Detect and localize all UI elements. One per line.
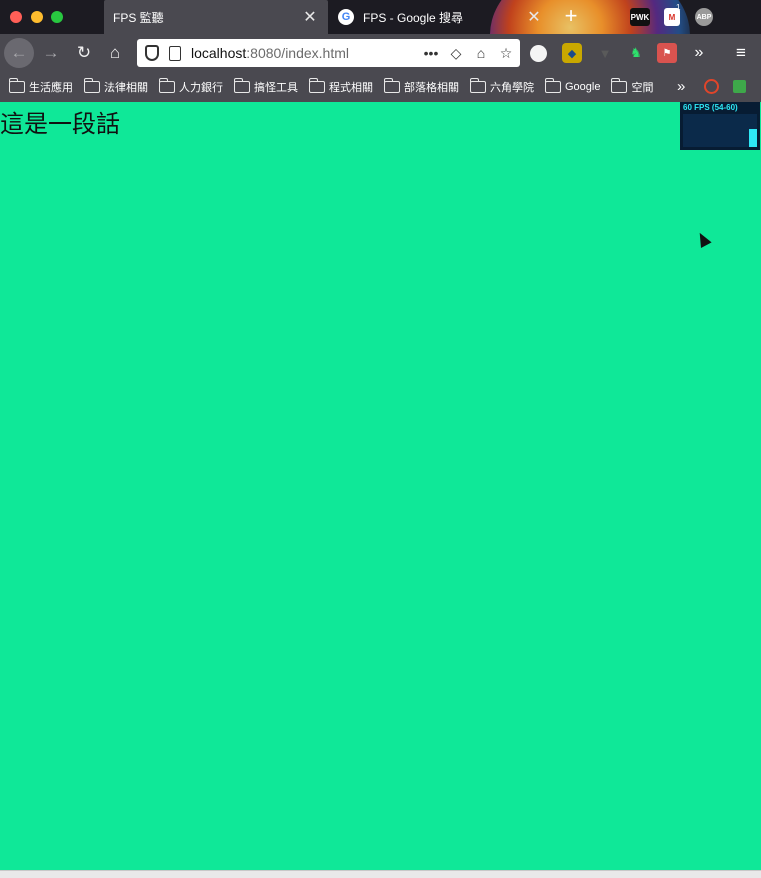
bookmark-folder[interactable]: 搞怪工具 [233, 78, 298, 95]
tracking-shield-icon[interactable] [145, 45, 159, 61]
account-icon[interactable] [530, 45, 547, 62]
url-path: :8080/index.html [246, 45, 349, 61]
zoom-window-button[interactable] [51, 11, 63, 23]
reload-button[interactable]: ↻ [70, 39, 98, 67]
extension-green-icon[interactable]: ♞ [626, 43, 646, 63]
bookmark-folder[interactable]: 程式相關 [308, 78, 373, 95]
folder-icon [469, 78, 486, 93]
folder-icon [383, 78, 400, 93]
close-tab-icon[interactable]: ✕ [522, 7, 546, 27]
bookmark-folder[interactable]: 生活應用 [8, 78, 73, 95]
tab-strip: FPS 監聽 ✕ G FPS - Google 搜尋 ✕ + PWK M 1 A… [0, 0, 761, 34]
pwk-extension-icon[interactable]: PWK [630, 8, 650, 26]
bookmark-folder[interactable]: 部落格相關 [383, 78, 459, 95]
bookmarks-overflow-icon[interactable]: » [677, 78, 685, 95]
home-extension-icon[interactable]: ⌂ [470, 42, 492, 64]
mail-count-badge: 1 [676, 3, 681, 12]
bookmark-label: 部落格相關 [404, 82, 459, 94]
folder-icon [83, 78, 100, 93]
navigation-toolbar: ← → ↻ ⌂ localhost:8080/index.html ••• ◇ … [0, 34, 761, 72]
page-content: 這是一段話 60 FPS (54-60) [0, 102, 761, 870]
bookmark-label: 空間 [631, 82, 654, 94]
extension-red-icon[interactable]: ⚑ [657, 43, 677, 63]
adblock-plus-icon[interactable]: ABP [695, 8, 713, 26]
bookmark-folder[interactable]: Google [544, 78, 601, 93]
tab-title: FPS 監聽 [113, 10, 164, 25]
extension-yellow-icon[interactable]: ◆ [562, 43, 582, 63]
fps-readout: 60 FPS (54-60) [683, 103, 738, 112]
folder-icon [233, 78, 250, 93]
url-host: localhost [191, 45, 247, 61]
red-circle-extension-icon[interactable] [704, 79, 719, 94]
fps-graph [683, 114, 757, 147]
browser-window: FPS 監聽 ✕ G FPS - Google 搜尋 ✕ + PWK M 1 A… [0, 0, 761, 878]
tab-title: FPS - Google 搜尋 [363, 10, 464, 25]
folder-icon [308, 78, 325, 93]
bookmark-label: 生活應用 [29, 82, 73, 94]
bookmark-label: 人力銀行 [179, 82, 223, 94]
arrow-left-icon: ← [10, 43, 28, 62]
fps-monitor[interactable]: 60 FPS (54-60) [680, 102, 760, 150]
folder-icon [544, 78, 561, 93]
bookmark-label: 程式相關 [329, 82, 373, 94]
new-tab-button[interactable]: + [558, 4, 584, 30]
bookmark-label: 法律相關 [104, 82, 148, 94]
fps-bar [749, 128, 757, 147]
bookmark-label: 六角學院 [490, 82, 534, 94]
download-extension-icon[interactable] [733, 80, 746, 93]
bookmarks-toolbar: 生活應用 法律相關 人力銀行 搞怪工具 程式相關 部落格相關 六角學院 Goog… [0, 72, 761, 102]
page-actions-icon[interactable]: ••• [420, 42, 442, 64]
bookmark-folder[interactable]: 空間 [610, 78, 654, 95]
google-icon: G [338, 9, 354, 25]
pocket-icon[interactable]: ◇ [445, 42, 467, 64]
folder-icon [610, 78, 628, 93]
tab-fps-monitor[interactable]: FPS 監聽 ✕ [104, 0, 328, 34]
bookmark-folder[interactable]: 六角學院 [469, 78, 534, 95]
bookmark-label: 搞怪工具 [254, 82, 298, 94]
overflow-chevron-icon[interactable]: » [689, 43, 709, 63]
forward-button[interactable]: → [37, 39, 65, 67]
close-tab-icon[interactable]: ✕ [298, 7, 322, 27]
tab-google-search[interactable]: G FPS - Google 搜尋 ✕ [330, 0, 552, 34]
url-text[interactable]: localhost:8080/index.html [191, 45, 420, 61]
bookmark-label: Google [565, 81, 601, 93]
back-button[interactable]: ← [4, 38, 34, 68]
bookmark-folder[interactable]: 法律相關 [83, 78, 148, 95]
paragraph-text: 這是一段話 [0, 110, 120, 138]
folder-icon [8, 78, 25, 93]
arrow-right-icon: → [42, 43, 60, 62]
url-bar[interactable]: localhost:8080/index.html ••• ◇ ⌂ ☆ [137, 39, 520, 67]
hamburger-menu-icon[interactable]: ≡ [731, 43, 751, 63]
home-button[interactable]: ⌂ [101, 39, 129, 67]
bookmark-star-icon[interactable]: ☆ [495, 42, 517, 64]
minimize-window-button[interactable] [31, 11, 43, 23]
extension-vue-icon[interactable]: ▼ [595, 43, 615, 63]
home-icon: ⌂ [109, 43, 121, 62]
window-bottom-edge [0, 870, 761, 878]
folder-icon [158, 78, 175, 93]
reload-icon: ↻ [76, 43, 92, 62]
page-info-icon[interactable] [169, 45, 181, 61]
close-window-button[interactable] [10, 11, 22, 23]
bookmark-folder[interactable]: 人力銀行 [158, 78, 223, 95]
